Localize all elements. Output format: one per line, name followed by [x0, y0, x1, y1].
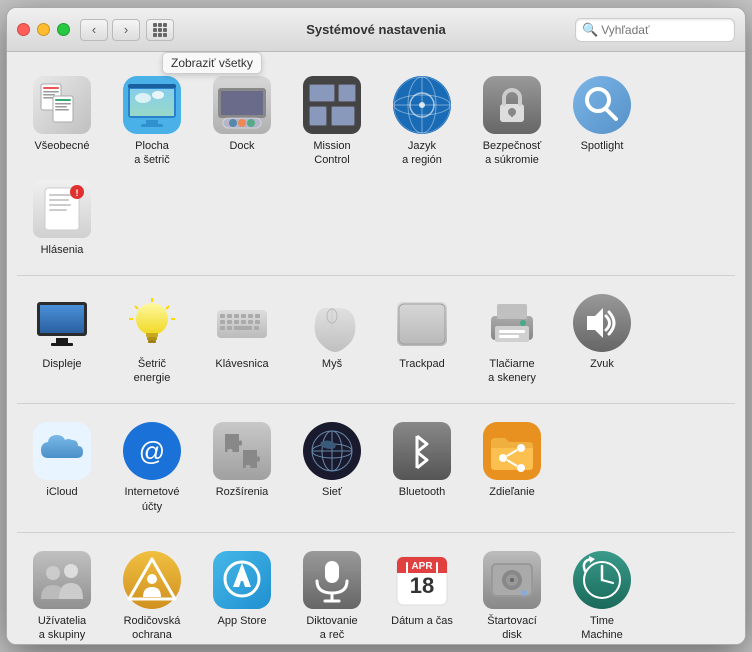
label-klavesnica: Klávesnica	[215, 357, 268, 371]
label-displeje: Displeje	[42, 357, 81, 371]
label-startovaci: Štartovací disk	[487, 614, 537, 643]
tooltip: Zobraziť všetky	[162, 52, 262, 74]
icon-displeje[interactable]: Displeje	[17, 286, 107, 390]
icon-zvuk[interactable]: Zvuk	[557, 286, 647, 390]
icon-vseobecne[interactable]: Všeobecné	[17, 68, 107, 172]
icon-siet[interactable]: Sieť	[287, 414, 377, 518]
icon-hlasenia[interactable]: ! Hlásenia	[17, 172, 107, 261]
section-system: Užívatelia a skupiny Rodičovská o	[17, 537, 735, 644]
label-zdielanie: Zdieľanie	[489, 485, 534, 499]
icon-mission[interactable]: Mission Control	[287, 68, 377, 172]
label-rodicovska: Rodičovská ochrana	[124, 614, 181, 643]
label-uzivatelia: Užívatelia a skupiny	[38, 614, 86, 643]
section-personal: Všeobecné	[17, 62, 735, 276]
label-dock: Dock	[229, 139, 254, 153]
label-icloud: iCloud	[46, 485, 77, 499]
label-rozsirenia: Rozšírenia	[216, 485, 269, 499]
icon-rozsirenia[interactable]: Rozšírenia	[197, 414, 287, 518]
label-appstore: App Store	[218, 614, 267, 628]
icon-bluetooth[interactable]: Bluetooth	[377, 414, 467, 518]
label-diktovanie: Diktovanie a reč	[306, 614, 357, 643]
titlebar: ‹ › Systémové nastavenia 🔍 Zobraziť všet…	[7, 8, 745, 52]
maximize-button[interactable]	[57, 23, 70, 36]
search-input[interactable]	[601, 23, 731, 37]
minimize-button[interactable]	[37, 23, 50, 36]
icon-tlaciarne[interactable]: Tlačiarne a skenery	[467, 286, 557, 390]
section2-grid: Displeje	[17, 280, 735, 396]
close-button[interactable]	[17, 23, 30, 36]
nav-buttons: ‹ ›	[80, 19, 140, 41]
svg-text:APR: APR	[411, 561, 433, 572]
icon-rodicovska[interactable]: Rodičovská ochrana	[107, 543, 197, 644]
icon-setric[interactable]: Šetrič energie	[107, 286, 197, 390]
svg-text:@: @	[139, 436, 165, 466]
section1-grid: Všeobecné	[17, 62, 735, 267]
icon-klavesnica[interactable]: Klávesnica	[197, 286, 287, 390]
icon-appstore[interactable]: App Store	[197, 543, 287, 644]
label-spotlight: Spotlight	[581, 139, 624, 153]
label-tlaciarne: Tlačiarne a skenery	[488, 357, 536, 386]
section-internet: iCloud @ Internetové účty	[17, 408, 735, 533]
label-internetove: Internetové účty	[124, 485, 179, 514]
label-plocha: Plocha a šetrič	[134, 139, 169, 168]
label-zvuk: Zvuk	[590, 357, 614, 371]
icon-diktovanie[interactable]: Diktovanie a reč	[287, 543, 377, 644]
forward-button[interactable]: ›	[112, 19, 140, 41]
label-siet: Sieť	[322, 485, 342, 499]
icon-trackpad[interactable]: Trackpad	[377, 286, 467, 390]
icon-startovaci[interactable]: Štartovací disk	[467, 543, 557, 644]
icon-internetove[interactable]: @ Internetové účty	[107, 414, 197, 518]
label-mys: Myš	[322, 357, 342, 371]
section4-grid: Užívatelia a skupiny Rodičovská o	[17, 537, 735, 644]
system-preferences-window: ‹ › Systémové nastavenia 🔍 Zobraziť všet…	[6, 7, 746, 645]
label-hlasenia: Hlásenia	[41, 243, 84, 257]
content-area: Všeobecné	[7, 52, 745, 644]
icon-mys[interactable]: Myš	[287, 286, 377, 390]
label-timemachine: Time Machine	[581, 614, 623, 643]
label-datum: Dátum a čas	[391, 614, 453, 628]
label-jazyk: Jazyk a región	[402, 139, 442, 168]
icon-datum[interactable]: APR 18 Dátum a čas	[377, 543, 467, 644]
window-title: Systémové nastavenia	[306, 22, 445, 37]
search-icon: 🔍	[582, 22, 598, 38]
icon-uzivatelia[interactable]: Užívatelia a skupiny	[17, 543, 107, 644]
icon-zdielanie[interactable]: Zdieľanie	[467, 414, 557, 518]
icon-timemachine[interactable]: Time Machine	[557, 543, 647, 644]
icon-jazyk[interactable]: Jazyk a región	[377, 68, 467, 172]
section3-grid: iCloud @ Internetové účty	[17, 408, 735, 524]
svg-text:!: !	[76, 188, 79, 198]
label-mission: Mission Control	[313, 139, 350, 168]
search-bar[interactable]: 🔍	[575, 18, 735, 42]
label-bezpecnost: Bezpečnosť a súkromie	[483, 139, 542, 168]
icon-spotlight[interactable]: Spotlight	[557, 68, 647, 172]
section-hardware: Displeje	[17, 280, 735, 405]
label-vseobecne: Všeobecné	[34, 139, 89, 153]
icon-icloud[interactable]: iCloud	[17, 414, 107, 518]
traffic-lights	[17, 23, 70, 36]
grid-button[interactable]	[146, 19, 174, 41]
label-bluetooth: Bluetooth	[399, 485, 445, 499]
label-trackpad: Trackpad	[399, 357, 444, 371]
icon-dock[interactable]: Dock	[197, 68, 287, 172]
label-setric: Šetrič energie	[134, 357, 171, 386]
icon-plocha[interactable]: Plocha a šetrič	[107, 68, 197, 172]
svg-text:18: 18	[410, 573, 434, 598]
back-button[interactable]: ‹	[80, 19, 108, 41]
icon-bezpecnost[interactable]: Bezpečnosť a súkromie	[467, 68, 557, 172]
